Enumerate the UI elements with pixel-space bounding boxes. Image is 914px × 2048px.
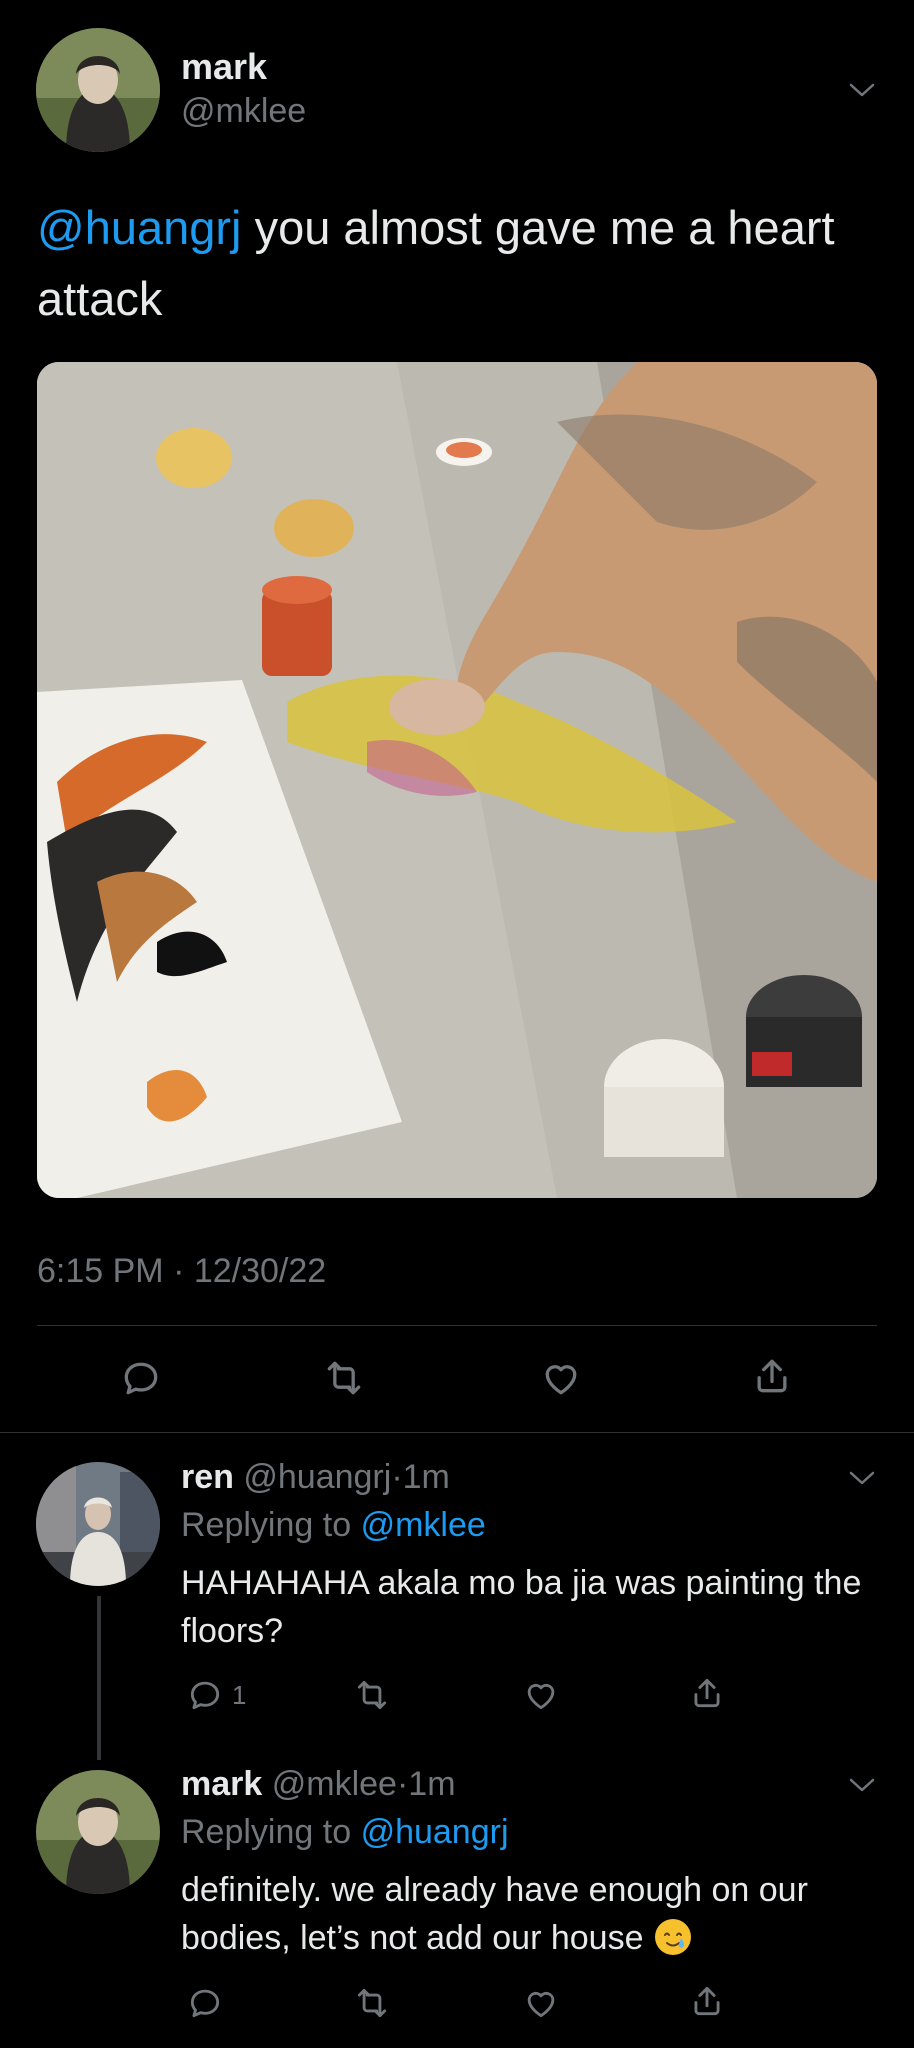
retweet-button[interactable] xyxy=(353,1676,391,1719)
share-button[interactable] xyxy=(750,1354,794,1403)
like-button[interactable] xyxy=(539,1356,583,1405)
separator-dot: · xyxy=(391,1458,403,1496)
replying-to-link[interactable]: @huangrj xyxy=(361,1813,509,1851)
chevron-down-icon xyxy=(849,83,875,97)
divider xyxy=(0,1432,914,1433)
reply-body: definitely. we already have enough on ou… xyxy=(181,1871,808,1957)
chevron-down-icon xyxy=(849,1471,875,1485)
replying-to-label: Replying to xyxy=(181,1813,352,1851)
share-icon xyxy=(694,1986,720,2016)
thread-line xyxy=(97,1596,101,1760)
retweet-icon xyxy=(357,1988,387,2018)
divider xyxy=(37,1325,877,1326)
like-icon xyxy=(527,1991,555,2018)
time: 6:15 PM xyxy=(37,1252,164,1290)
share-button[interactable] xyxy=(688,1674,726,1717)
replying-to: Replying to @mklee xyxy=(181,1506,486,1545)
chevron-down-icon xyxy=(849,1778,875,1792)
avatar[interactable] xyxy=(36,1462,160,1586)
share-icon xyxy=(757,1359,787,1393)
user-handle[interactable]: @mklee xyxy=(272,1765,397,1803)
like-icon xyxy=(527,1683,555,1710)
share-icon xyxy=(694,1678,720,1708)
retweet-button[interactable] xyxy=(322,1356,366,1405)
photo-image xyxy=(37,362,877,1198)
reply-header: ren @huangrj·1m xyxy=(181,1458,450,1497)
tweet-age: 1m xyxy=(408,1765,456,1803)
avatar[interactable] xyxy=(36,1770,160,1894)
avatar[interactable] xyxy=(36,28,160,152)
like-icon xyxy=(545,1365,577,1395)
more-options-button[interactable] xyxy=(848,1464,876,1497)
smiling-face-with-tear-icon xyxy=(654,1919,691,1955)
more-options-button[interactable] xyxy=(848,76,876,109)
reply-count: 1 xyxy=(232,1679,247,1710)
display-name[interactable]: mark xyxy=(181,46,267,88)
reply-text: HAHAHAHA akala mo ba jia was painting th… xyxy=(181,1564,862,1650)
replying-to-label: Replying to xyxy=(181,1506,352,1544)
reply-icon xyxy=(190,1681,220,1710)
share-button[interactable] xyxy=(688,1982,726,2025)
user-handle[interactable]: @mklee xyxy=(181,92,306,131)
tweet-text: @huangrj you almost gave me a heart atta… xyxy=(37,192,877,334)
user-handle[interactable]: @huangrj xyxy=(243,1458,391,1496)
reply-header: mark @mklee·1m xyxy=(181,1765,456,1804)
timestamp[interactable]: 6:15 PM · 12/30/22 xyxy=(37,1252,326,1291)
tweet-media[interactable] xyxy=(37,362,877,1198)
reply-button[interactable]: 1 xyxy=(186,1676,246,1714)
replying-to: Replying to @huangrj xyxy=(181,1813,509,1852)
display-name[interactable]: ren xyxy=(181,1458,234,1496)
like-button[interactable] xyxy=(522,1984,560,2027)
retweet-button[interactable] xyxy=(353,1984,391,2027)
mention-link[interactable]: @huangrj xyxy=(37,201,242,254)
retweet-icon xyxy=(327,1361,361,1395)
date: 12/30/22 xyxy=(193,1252,327,1290)
like-button[interactable] xyxy=(522,1676,560,1719)
retweet-icon xyxy=(357,1680,387,1710)
more-options-button[interactable] xyxy=(848,1771,876,1804)
reply-icon xyxy=(124,1362,158,1395)
reply-text: definitely. we already have enough on ou… xyxy=(181,1866,881,1962)
tweet-age: 1m xyxy=(402,1458,450,1496)
display-name[interactable]: mark xyxy=(181,1765,262,1803)
reply-button[interactable] xyxy=(186,1984,224,2027)
replying-to-link[interactable]: @mklee xyxy=(361,1506,486,1544)
reply-button[interactable] xyxy=(119,1356,163,1405)
reply-icon xyxy=(190,1989,220,2018)
separator-dot: · xyxy=(396,1765,409,1803)
